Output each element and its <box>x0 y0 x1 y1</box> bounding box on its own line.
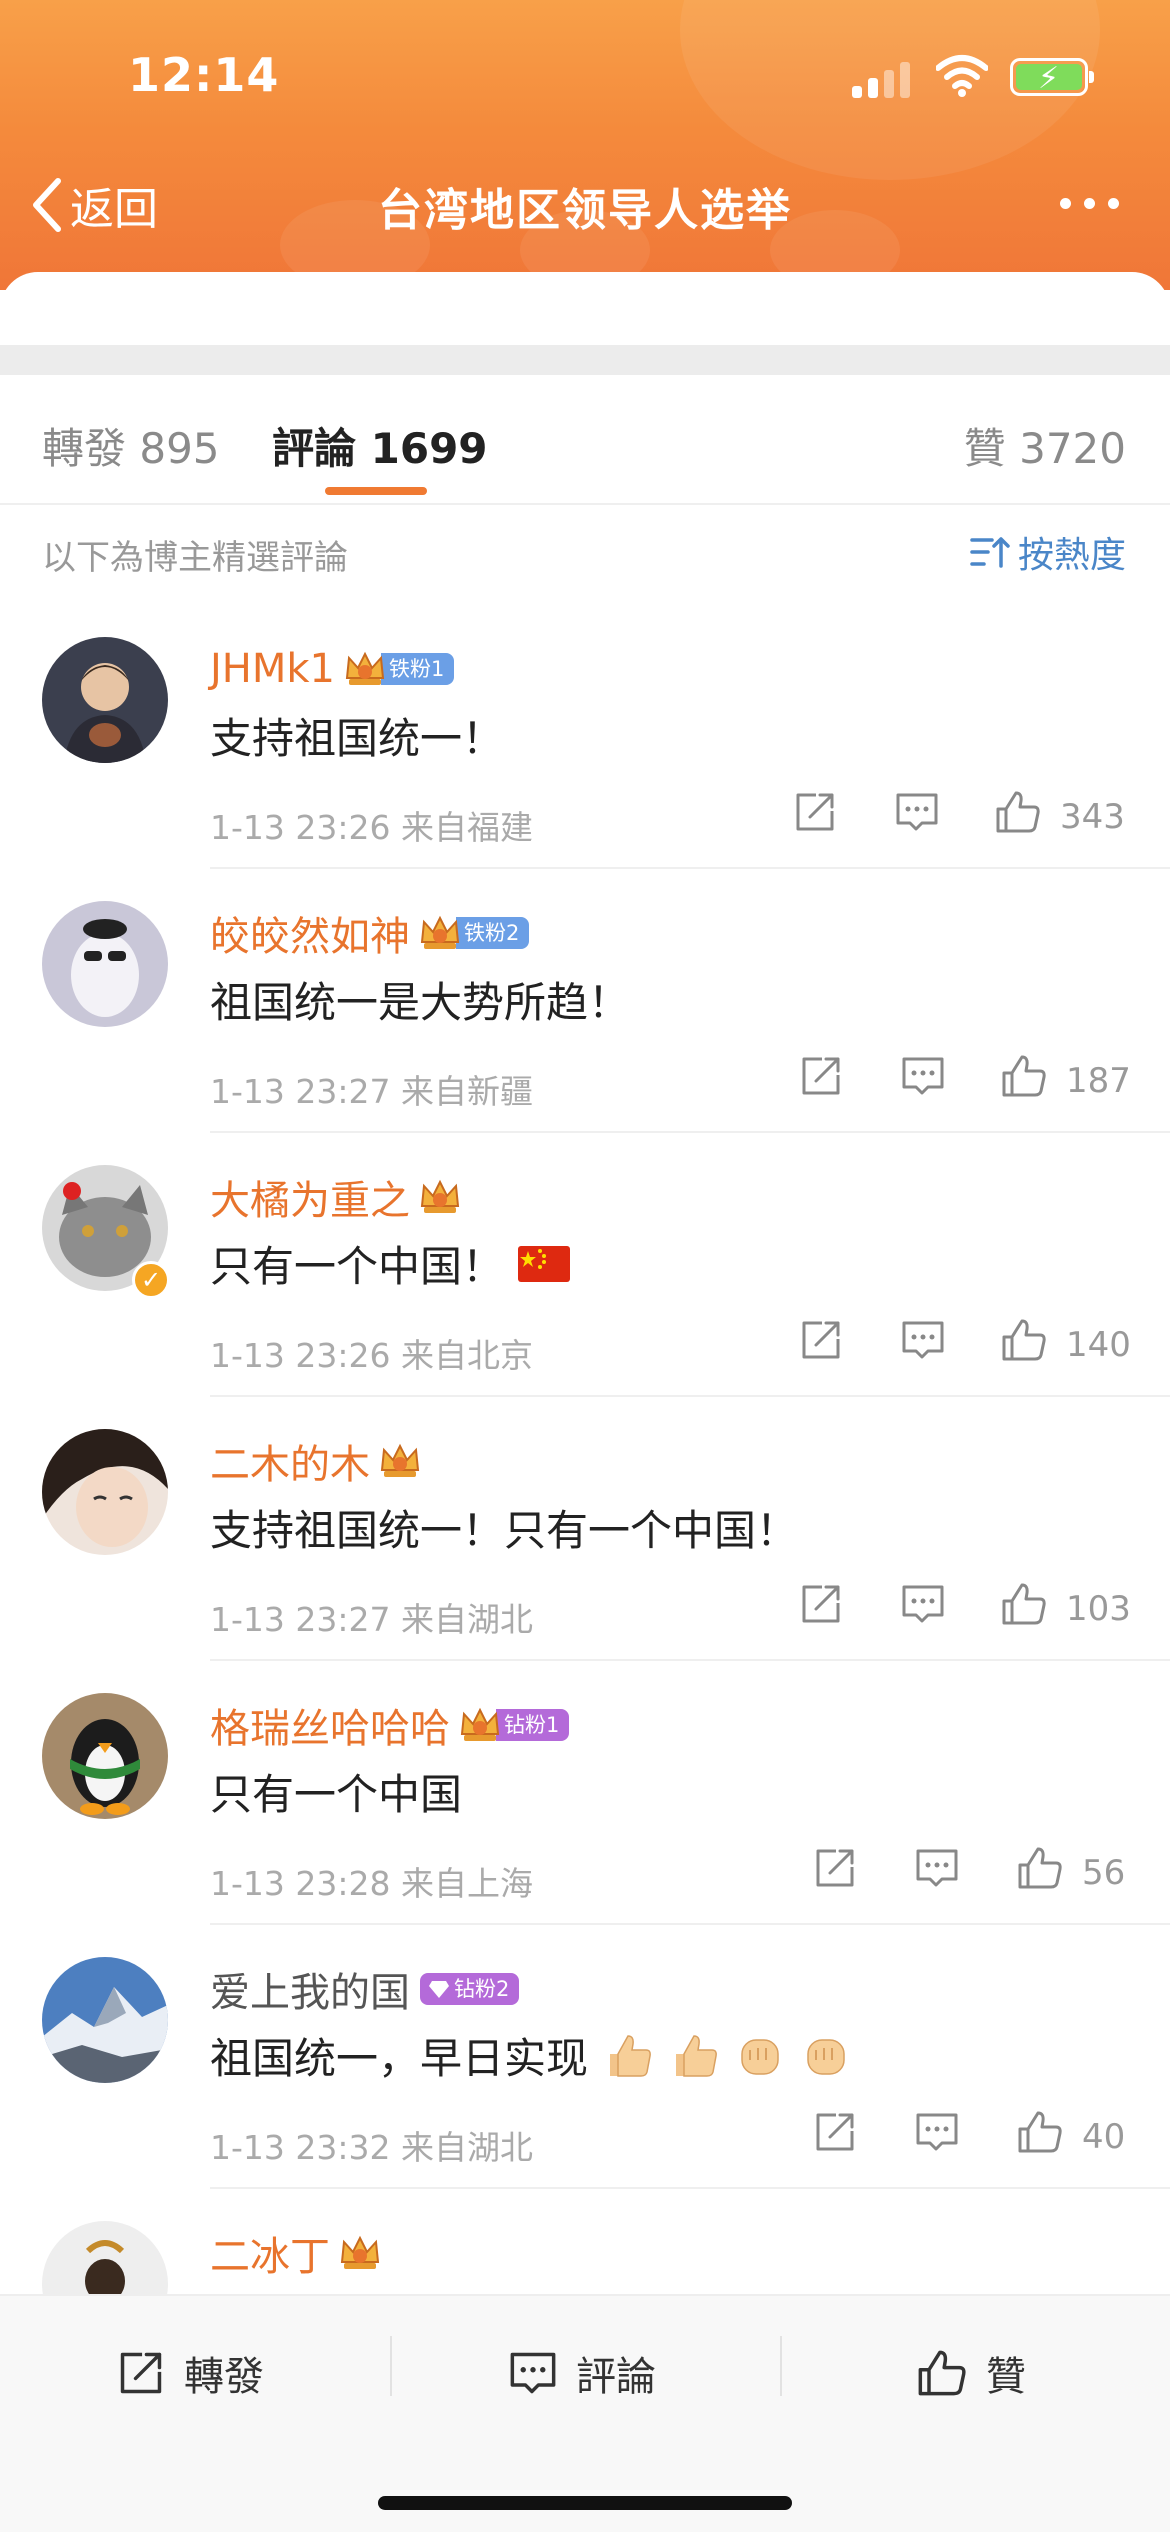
like-icon[interactable] <box>1000 1053 1048 1099</box>
comment-icon <box>510 2352 556 2394</box>
comment-icon[interactable] <box>914 2109 960 2155</box>
crown-badge-icon <box>420 1179 460 1213</box>
fan-level-badge: 钻粉2 <box>420 1973 520 2005</box>
comment-username[interactable]: JHMk1 <box>210 646 335 692</box>
like-count: 140 <box>1066 1325 1131 1365</box>
crown-badge-icon <box>460 1707 500 1741</box>
content-sheet-top <box>0 272 1170 352</box>
selected-comments-note: 以下為博主精選評論 <box>42 538 348 578</box>
like-count: 187 <box>1066 1061 1131 1101</box>
like-count: 56 <box>1082 1853 1126 1893</box>
comment-username[interactable]: 皎皎然如神 <box>210 904 410 962</box>
like-icon[interactable] <box>1000 1317 1048 1363</box>
repost-icon[interactable] <box>798 1317 844 1363</box>
sort-label: 按熱度 <box>1017 535 1126 576</box>
like-icon[interactable] <box>1016 1845 1064 1891</box>
repost-icon[interactable] <box>798 1053 844 1099</box>
page-title: 台湾地区领导人选举 <box>378 185 792 236</box>
cellular-signal-icon <box>852 58 916 98</box>
section-gap <box>0 345 1170 375</box>
fist-emoji-icon <box>741 2038 779 2075</box>
fan-level-badge: 钻粉1 <box>496 1709 570 1741</box>
tab-likes[interactable]: 贊 3720 <box>964 415 1126 476</box>
home-indicator <box>378 2496 792 2510</box>
comment-username[interactable]: 爱上我的国 <box>210 1960 410 2018</box>
comment-item: 格瑞丝哈哈哈 钻粉1 只有一个中国 1-13 23:28 来自上海 56 <box>0 1661 1170 1925</box>
comment-item: ✓ 大橘为重之 只有一个中国！ 1-13 23:26 来自北京 140 <box>0 1133 1170 1397</box>
comment-text: 祖国统一是大势所趋！ <box>210 978 631 1027</box>
repost-icon[interactable] <box>812 1845 858 1891</box>
comment-username[interactable]: 格瑞丝哈哈哈 <box>210 1696 450 1754</box>
like-icon[interactable] <box>1000 1581 1048 1627</box>
sort-by-hot-button[interactable]: 按熱度 <box>970 526 1126 578</box>
comment-username[interactable]: 大橘为重之 <box>210 1168 410 1226</box>
repost-icon <box>120 2352 162 2394</box>
comment-text: 只有一个中国 <box>210 1770 463 1819</box>
post-tabs: 轉發 895 評論 1699 贊 3720 <box>0 375 1170 505</box>
china-flag-emoji-icon <box>518 1245 571 1282</box>
crown-badge-icon <box>380 1443 420 1477</box>
avatar[interactable] <box>42 901 168 1027</box>
fist-emoji-icon <box>807 2038 845 2075</box>
fan-level-badge: 铁粉2 <box>456 917 530 949</box>
comment-username[interactable]: 二冰丁 <box>210 2224 330 2282</box>
battery-charging-icon: ⚡ <box>1010 58 1094 96</box>
more-options-icon[interactable] <box>1060 198 1119 209</box>
diamond-icon <box>429 1981 449 1998</box>
status-time: 12:14 <box>128 48 280 102</box>
top-header: 12:14 ⚡ 返回 台湾地区领导人选举 <box>0 0 1170 290</box>
like-count: 40 <box>1082 2117 1126 2157</box>
avatar[interactable] <box>42 1429 168 1555</box>
crown-badge-icon <box>340 2235 380 2269</box>
comment-item: 爱上我的国 钻粉2 祖国统一，早日实现 1-13 23:32 来自湖北 40 <box>0 1925 1170 2189</box>
wifi-icon <box>936 55 988 97</box>
comment-button[interactable]: 評論 <box>508 2338 656 2408</box>
crown-badge-icon <box>420 915 460 949</box>
active-tab-indicator <box>325 487 427 495</box>
avatar[interactable] <box>42 637 168 763</box>
thumbs-up-emoji-icon <box>610 2034 651 2077</box>
crown-badge-icon <box>345 651 385 685</box>
repost-icon[interactable] <box>792 789 838 835</box>
repost-icon[interactable] <box>812 2109 858 2155</box>
thumbs-up-emoji-icon <box>676 2034 717 2077</box>
tab-repost[interactable]: 轉發 895 <box>42 415 220 476</box>
tab-comments[interactable]: 評論 1699 <box>272 415 488 476</box>
like-count: 343 <box>1060 797 1125 837</box>
comment-text: 支持祖国统一！只有一个中国！ <box>210 1506 799 1555</box>
like-button[interactable]: 贊 <box>916 2338 1026 2408</box>
comment-item: 皎皎然如神 铁粉2 祖国统一是大势所趋！ 1-13 23:27 来自新疆 187 <box>0 869 1170 1133</box>
comment-icon[interactable] <box>900 1053 946 1099</box>
comment-icon[interactable] <box>900 1317 946 1363</box>
repost-button[interactable]: 轉發 <box>116 2338 264 2408</box>
comment-item: JHMk1 铁粉1 支持祖国统一！ 1-13 23:26 来自福建 343 <box>0 605 1170 869</box>
like-icon[interactable] <box>1016 2109 1064 2155</box>
comment-list: JHMk1 铁粉1 支持祖国统一！ 1-13 23:26 来自福建 343 皎皎… <box>0 605 1170 2453</box>
repost-icon[interactable] <box>798 1581 844 1627</box>
comment-icon[interactable] <box>900 1581 946 1627</box>
like-count: 103 <box>1066 1589 1131 1629</box>
avatar[interactable] <box>42 1693 168 1819</box>
repost-label: 轉發 <box>184 2354 264 2400</box>
comment-icon[interactable] <box>914 1845 960 1891</box>
verified-badge-icon: ✓ <box>132 1261 170 1299</box>
like-label: 贊 <box>986 2354 1026 2400</box>
fan-level-badge: 铁粉1 <box>381 653 455 685</box>
sort-icon <box>970 537 1010 568</box>
like-icon <box>918 2350 966 2396</box>
comment-text: 祖国统一，早日实现 <box>210 2025 852 2086</box>
avatar[interactable] <box>42 1957 168 2083</box>
comment-username[interactable]: 二木的木 <box>210 1432 370 1490</box>
comment-text: 只有一个中国！ <box>210 1233 571 1294</box>
comment-item: 二木的木 支持祖国统一！只有一个中国！ 1-13 23:27 来自湖北 103 <box>0 1397 1170 1661</box>
comment-label: 評論 <box>576 2354 656 2400</box>
comment-icon[interactable] <box>894 789 940 835</box>
comment-text: 支持祖国统一！ <box>210 714 505 763</box>
like-icon[interactable] <box>994 789 1042 835</box>
